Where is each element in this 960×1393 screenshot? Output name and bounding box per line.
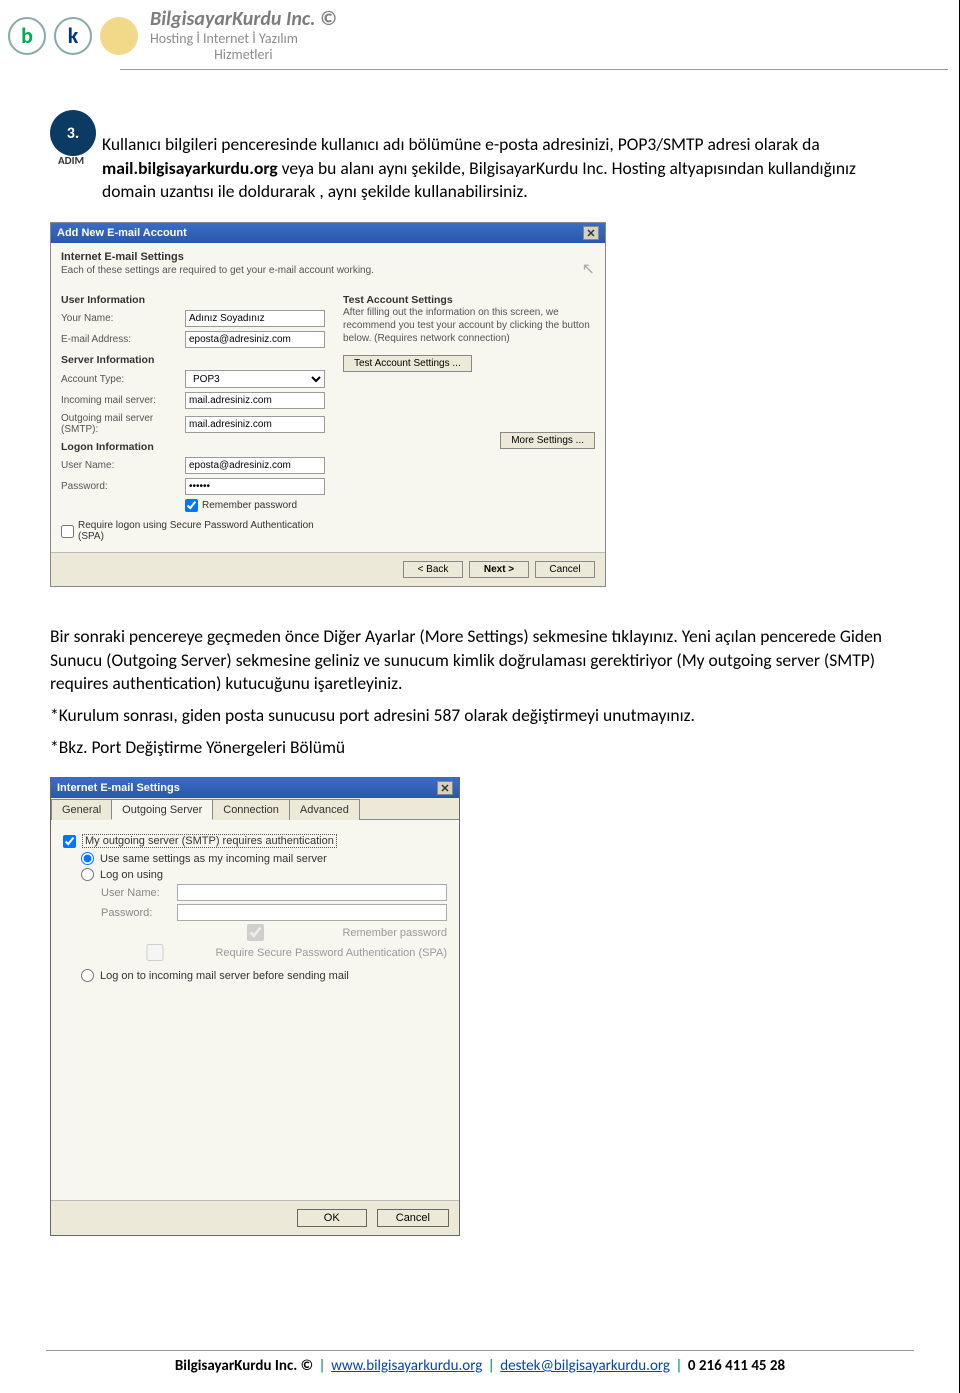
smtp-auth-checkbox[interactable] (63, 835, 76, 848)
outgoing-input[interactable] (185, 416, 325, 433)
test-settings-desc: After filling out the information on thi… (343, 306, 595, 345)
use-same-settings-label: Use same settings as my incoming mail se… (100, 853, 327, 865)
spa-checkbox[interactable] (61, 525, 74, 538)
company-name: BilgisayarKurdu Inc. © (150, 8, 337, 31)
d2-password-label: Password: (101, 907, 171, 919)
page-footer: BilgisayarKurdu Inc. © | www.bilgisayark… (46, 1350, 914, 1375)
email-input[interactable] (185, 331, 325, 348)
instruction-para-3: *Kurulum sonrası, giden posta sunucusu p… (50, 704, 904, 728)
globe-icon (100, 17, 138, 55)
username-label: User Name: (61, 460, 181, 471)
d2-remember-checkbox (175, 924, 336, 941)
separator-icon: | (673, 1357, 684, 1375)
separator-icon: | (317, 1357, 328, 1375)
footer-company: BilgisayarKurdu Inc. © (175, 1357, 313, 1375)
use-same-settings-radio[interactable] (81, 852, 94, 865)
logon-info-heading: Logon Information (61, 441, 325, 453)
step-badge: 3. (50, 110, 96, 156)
email-label: E-mail Address: (61, 334, 181, 345)
test-settings-heading: Test Account Settings (343, 294, 595, 306)
close-icon[interactable]: ✕ (583, 226, 599, 240)
next-button[interactable]: Next > (469, 561, 529, 578)
logo-b-icon: b (8, 17, 46, 55)
d2-remember-label: Remember password (342, 927, 447, 939)
incoming-label: Incoming mail server: (61, 395, 181, 406)
add-account-dialog: Add New E-mail Account ✕ Internet E-mail… (50, 222, 606, 587)
server-info-heading: Server Information (61, 354, 325, 366)
close-icon[interactable]: ✕ (437, 781, 453, 795)
cancel-button[interactable]: Cancel (535, 561, 595, 578)
dialog1-heading: Internet E-mail Settings (61, 251, 595, 263)
company-tagline1: Hosting İ Internet İ Yazılım (150, 31, 337, 47)
logo-k-icon: k (54, 17, 92, 55)
password-input[interactable] (185, 478, 325, 495)
d2-spa-label: Require Secure Password Authentication (… (215, 947, 447, 959)
username-input[interactable] (185, 457, 325, 474)
cancel-button[interactable]: Cancel (377, 1209, 449, 1227)
separator-icon: | (486, 1357, 497, 1375)
password-label: Password: (61, 481, 181, 492)
d2-username-label: User Name: (101, 887, 171, 899)
log-on-using-label: Log on using (100, 869, 163, 881)
dialog1-titlebar: Add New E-mail Account ✕ (51, 223, 605, 243)
d2-username-input (177, 884, 447, 901)
footer-email-link[interactable]: destek@bilgisayarkurdu.org (500, 1357, 670, 1375)
tabs: General Outgoing Server Connection Advan… (51, 798, 459, 820)
remember-password-checkbox[interactable] (185, 499, 198, 512)
user-info-heading: User Information (61, 294, 325, 306)
more-settings-button[interactable]: More Settings ... (500, 432, 595, 449)
d2-password-input (177, 904, 447, 921)
log-on-using-radio[interactable] (81, 868, 94, 881)
page-header: b k BilgisayarKurdu Inc. © Hosting İ Int… (0, 0, 960, 63)
tab-connection[interactable]: Connection (212, 799, 290, 820)
footer-phone: 0 216 411 45 28 (688, 1357, 785, 1375)
incoming-input[interactable] (185, 392, 325, 409)
dialog1-desc: Each of these settings are required to g… (61, 265, 595, 276)
remember-password-label: Remember password (202, 500, 297, 511)
tab-general[interactable]: General (51, 799, 112, 820)
bold-mail-host: mail.bilgisayarkurdu.org (102, 157, 278, 179)
log-on-before-send-label: Log on to incoming mail server before se… (100, 970, 349, 982)
account-type-select[interactable]: POP3 (185, 370, 325, 388)
test-account-button[interactable]: Test Account Settings ... (343, 355, 472, 372)
step-number: 3. (67, 124, 79, 143)
instruction-para-2: Bir sonraki pencereye geçmeden önce Diğe… (50, 625, 904, 696)
smtp-auth-label: My outgoing server (SMTP) requires authe… (82, 834, 337, 848)
your-name-label: Your Name: (61, 313, 181, 324)
company-tagline2: Hizmetleri (150, 47, 337, 63)
dialog2-title: Internet E-mail Settings (57, 782, 180, 794)
ok-button[interactable]: OK (297, 1209, 367, 1227)
d2-spa-checkbox (101, 944, 209, 961)
outgoing-label: Outgoing mail server (SMTP): (61, 413, 181, 435)
account-type-label: Account Type: (61, 374, 181, 385)
instruction-para-1: Kullanıcı bilgileri penceresinde kullanı… (102, 133, 904, 204)
dialog2-titlebar: Internet E-mail Settings ✕ (51, 778, 459, 798)
tab-outgoing-server[interactable]: Outgoing Server (111, 799, 213, 820)
company-block: BilgisayarKurdu Inc. © Hosting İ Interne… (150, 8, 337, 63)
log-on-before-send-radio[interactable] (81, 969, 94, 982)
your-name-input[interactable] (185, 310, 325, 327)
spa-label: Require logon using Secure Password Auth… (78, 520, 325, 542)
dialog1-title: Add New E-mail Account (57, 227, 187, 239)
header-divider (120, 69, 948, 70)
instruction-para-4: *Bkz. Port Değiştirme Yönergeleri Bölümü (50, 736, 904, 760)
footer-url-link[interactable]: www.bilgisayarkurdu.org (331, 1357, 482, 1375)
tab-advanced[interactable]: Advanced (289, 799, 360, 820)
back-button[interactable]: < Back (403, 561, 463, 578)
cursor-icon: ↖ (582, 259, 595, 279)
email-settings-dialog: Internet E-mail Settings ✕ General Outgo… (50, 777, 460, 1236)
